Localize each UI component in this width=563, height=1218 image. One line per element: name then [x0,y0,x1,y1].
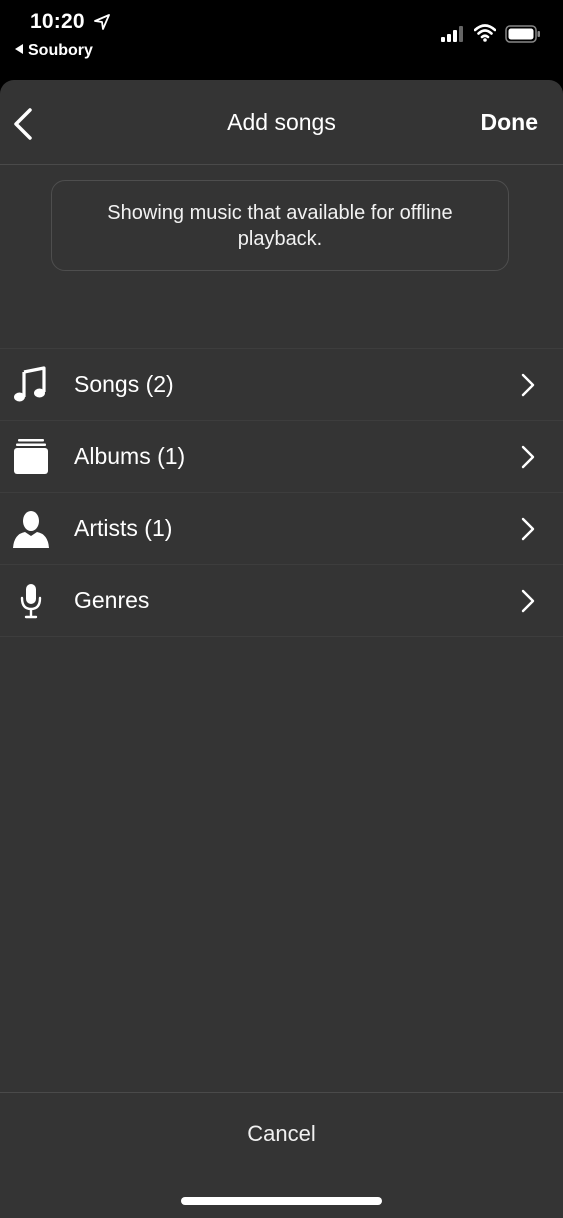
offline-notice: Showing music that available for offline… [51,180,509,271]
wifi-icon [474,24,496,42]
albums-stack-icon [14,439,48,474]
home-indicator [181,1197,382,1205]
music-note-icon [14,366,46,402]
chevron-right-icon [521,445,535,469]
category-label: Songs (2) [74,371,174,397]
category-label: Genres [74,587,150,613]
microphone-icon [20,584,42,619]
category-label: Albums (1) [74,443,186,469]
screen: 10:20 Soubory Add songs Done Showing mus… [0,0,563,1218]
category-label: Artists (1) [74,515,173,541]
chevron-right-icon [521,373,535,397]
category-row-albums[interactable]: Albums (1) [0,421,563,493]
offline-notice-text: Showing music that available for offline… [107,201,453,250]
chevron-right-icon [521,517,535,541]
add-songs-sheet: Add songs Done Showing music that availa… [0,80,563,1218]
location-arrow-icon [94,14,110,30]
back-triangle-icon [15,44,23,54]
page-title: Add songs [227,109,336,135]
category-list: Songs (2) Albums (1) Artists (1) Genres [0,348,563,637]
category-row-songs[interactable]: Songs (2) [0,349,563,421]
done-button[interactable]: Done [481,109,539,136]
cellular-signal-icon [441,26,463,42]
battery-icon [505,25,540,43]
navigation-bar: Add songs Done [0,80,563,165]
chevron-right-icon [521,589,535,613]
person-icon [13,511,49,548]
category-row-genres[interactable]: Genres [0,565,563,637]
back-to-app-link[interactable]: Soubory [15,42,93,60]
back-app-label: Soubory [28,42,93,59]
status-bar: 10:20 Soubory [0,0,563,80]
cancel-button[interactable]: Cancel [0,1121,563,1147]
status-time: 10:20 [30,10,85,33]
category-row-artists[interactable]: Artists (1) [0,493,563,565]
